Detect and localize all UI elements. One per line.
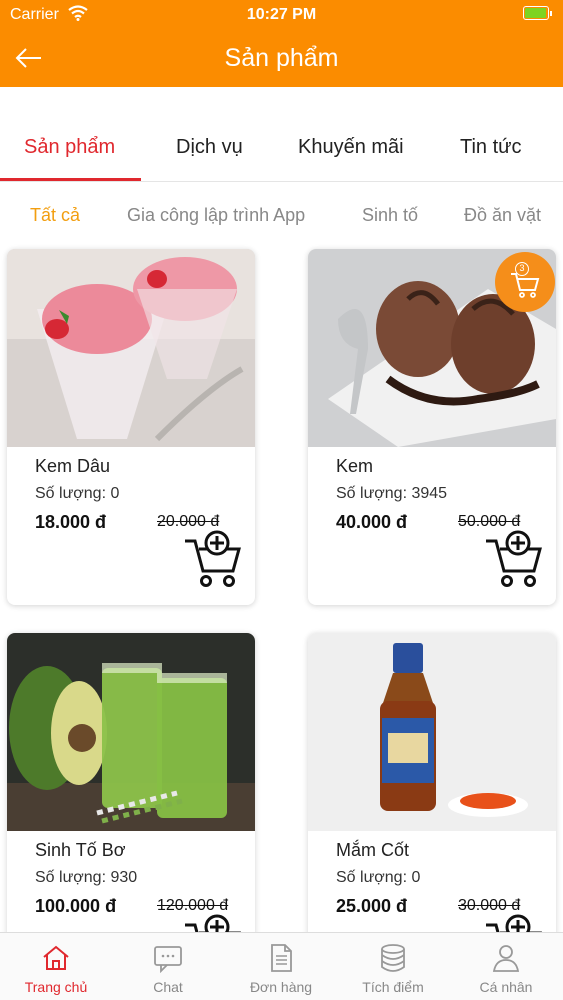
product-quantity: Số lượng: 0 bbox=[35, 485, 120, 502]
chat-icon bbox=[154, 946, 182, 973]
tab-khuyen-mai[interactable]: Khuyến mãi bbox=[298, 136, 404, 159]
category-sinh-to[interactable]: Sinh tố bbox=[362, 205, 418, 226]
category-do-an-vat[interactable]: Đồ ăn vặt bbox=[464, 205, 541, 226]
product-image-strawberry-ice-cream bbox=[7, 249, 255, 447]
product-name: Kem bbox=[336, 456, 374, 476]
product-quantity: Số lượng: 3945 bbox=[336, 485, 448, 502]
nav-tich-diem[interactable]: Tích điểm bbox=[337, 933, 449, 1000]
nav-chat[interactable]: Chat bbox=[112, 933, 224, 1000]
cart-icon bbox=[511, 273, 540, 298]
document-icon bbox=[271, 944, 292, 972]
tab-san-pham[interactable]: Sản phẩm bbox=[24, 136, 115, 159]
tab-dich-vu[interactable]: Dịch vụ bbox=[176, 136, 243, 159]
add-to-cart-icon[interactable] bbox=[183, 529, 243, 589]
top-bar: Carrier 10:27 PM Sản phẩm bbox=[0, 0, 563, 87]
nav-label: Đơn hàng bbox=[249, 979, 313, 995]
nav-label: Tích điểm bbox=[362, 979, 424, 995]
product-price: 100.000 đ bbox=[35, 896, 117, 916]
person-icon bbox=[492, 945, 520, 972]
status-bar: Carrier 10:27 PM bbox=[0, 0, 563, 30]
clock: 10:27 PM bbox=[246, 6, 317, 23]
nav-trang-chu[interactable]: Trang chủ bbox=[0, 933, 112, 1000]
cart-count-badge: 3 bbox=[515, 262, 529, 276]
nav-label: Cá nhân bbox=[479, 979, 533, 995]
floating-cart-button[interactable]: 3 bbox=[495, 252, 555, 312]
product-quantity: Số lượng: 0 bbox=[336, 869, 421, 886]
product-price: 40.000 đ bbox=[336, 512, 408, 532]
product-image-fish-sauce-bottle bbox=[308, 633, 556, 831]
product-quantity: Số lượng: 930 bbox=[35, 869, 138, 886]
product-name: Mắm Cốt bbox=[336, 840, 410, 860]
tab-tin-tuc[interactable]: Tin tức bbox=[460, 136, 522, 159]
content-tabs: Sản phẩm Dịch vụ Khuyến mãi Tin tức bbox=[0, 118, 563, 182]
page-title: Sản phẩm bbox=[224, 44, 339, 72]
nav-don-hang[interactable]: Đơn hàng bbox=[225, 933, 337, 1000]
product-price: 18.000 đ bbox=[35, 512, 107, 532]
category-gia-cong[interactable]: Gia công lập trình App bbox=[127, 205, 305, 226]
bottom-navigation: Trang chủ Chat Đơn hàng Tích điểm Cá nhâ… bbox=[0, 932, 563, 1000]
nav-label: Chat bbox=[153, 979, 183, 995]
product-card[interactable]: Kem Dâu Số lượng: 0 18.000 đ 20.000 đ bbox=[7, 249, 255, 605]
nav-ca-nhan[interactable]: Cá nhân bbox=[450, 933, 562, 1000]
category-filter: Tất cả Gia công lập trình App Sinh tố Đồ… bbox=[0, 205, 563, 229]
product-price: 25.000 đ bbox=[336, 896, 408, 916]
battery-icon bbox=[523, 6, 552, 20]
product-image-avocado-smoothie bbox=[7, 633, 255, 831]
home-icon bbox=[43, 945, 69, 970]
product-name: Kem Dâu bbox=[35, 456, 111, 476]
database-icon bbox=[381, 944, 405, 972]
product-name: Sinh Tố Bơ bbox=[35, 840, 126, 860]
nav-label: Trang chủ bbox=[24, 979, 88, 995]
category-tat-ca[interactable]: Tất cả bbox=[30, 205, 80, 226]
active-tab-indicator bbox=[0, 178, 141, 181]
add-to-cart-icon[interactable] bbox=[484, 529, 544, 589]
